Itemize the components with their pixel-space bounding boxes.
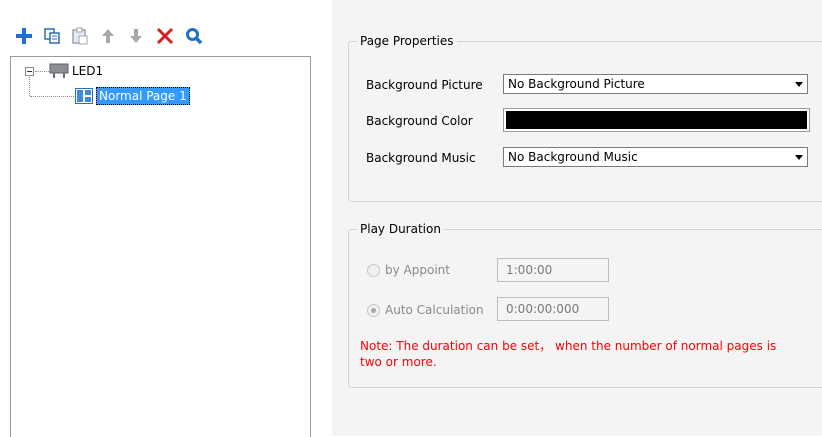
led-screen-icon	[49, 62, 69, 80]
duration-note: Note: The duration can be set， when the …	[360, 338, 820, 370]
tree-connector-line	[30, 96, 74, 98]
field-value: 1:00:00	[506, 263, 553, 277]
note-line: Note: The duration can be set， when the …	[360, 339, 777, 353]
tree-item-normal-page-1[interactable]: Normal Page 1	[75, 87, 190, 105]
copy-icon[interactable]	[42, 26, 62, 46]
by-appoint-duration-field[interactable]: 1:00:00	[497, 258, 609, 282]
search-icon[interactable]	[184, 26, 204, 46]
tree-connector-line	[35, 71, 49, 73]
note-line: two or more.	[360, 355, 437, 369]
collapse-toggle[interactable]	[25, 67, 34, 76]
page-layout-icon	[75, 88, 93, 104]
move-down-icon[interactable]	[126, 26, 146, 46]
background-music-label: Background Music	[366, 151, 476, 165]
tree-item-label: Normal Page 1	[96, 87, 190, 105]
background-music-select[interactable]: No Background Music	[503, 147, 808, 167]
radio-label: Auto Calculation	[385, 303, 484, 317]
auto-calculation-duration-field[interactable]: 0:00:00:000	[497, 297, 609, 321]
group-title: Play Duration	[360, 222, 441, 236]
paste-icon[interactable]	[70, 26, 90, 46]
radio-label: by Appoint	[385, 263, 450, 277]
add-icon[interactable]	[14, 26, 34, 46]
select-value: No Background Music	[508, 150, 638, 164]
chevron-down-icon	[795, 155, 803, 160]
page-tree[interactable]: LED1 Normal Page 1	[10, 56, 311, 437]
field-value: 0:00:00:000	[506, 302, 580, 316]
auto-calculation-radio[interactable]: Auto Calculation	[367, 303, 484, 317]
select-value: No Background Picture	[508, 77, 645, 91]
delete-icon[interactable]	[154, 26, 176, 46]
left-pane: LED1 Normal Page 1	[0, 0, 322, 437]
background-color-picker[interactable]	[503, 108, 810, 132]
radio-button[interactable]	[367, 303, 380, 317]
tree-item-label: LED1	[72, 64, 104, 78]
background-picture-select[interactable]: No Background Picture	[503, 74, 808, 94]
move-up-icon[interactable]	[98, 26, 118, 46]
background-color-label: Background Color	[366, 114, 473, 128]
by-appoint-radio[interactable]: by Appoint	[367, 263, 450, 277]
tree-connector-line	[29, 77, 31, 96]
color-swatch	[506, 111, 807, 129]
background-picture-label: Background Picture	[366, 78, 483, 92]
chevron-down-icon	[795, 82, 803, 87]
radio-button[interactable]	[367, 263, 380, 277]
tree-item-led1[interactable]: LED1	[49, 62, 106, 80]
group-title: Page Properties	[360, 34, 454, 48]
properties-pane: Page Properties Background Picture No Ba…	[332, 0, 822, 436]
